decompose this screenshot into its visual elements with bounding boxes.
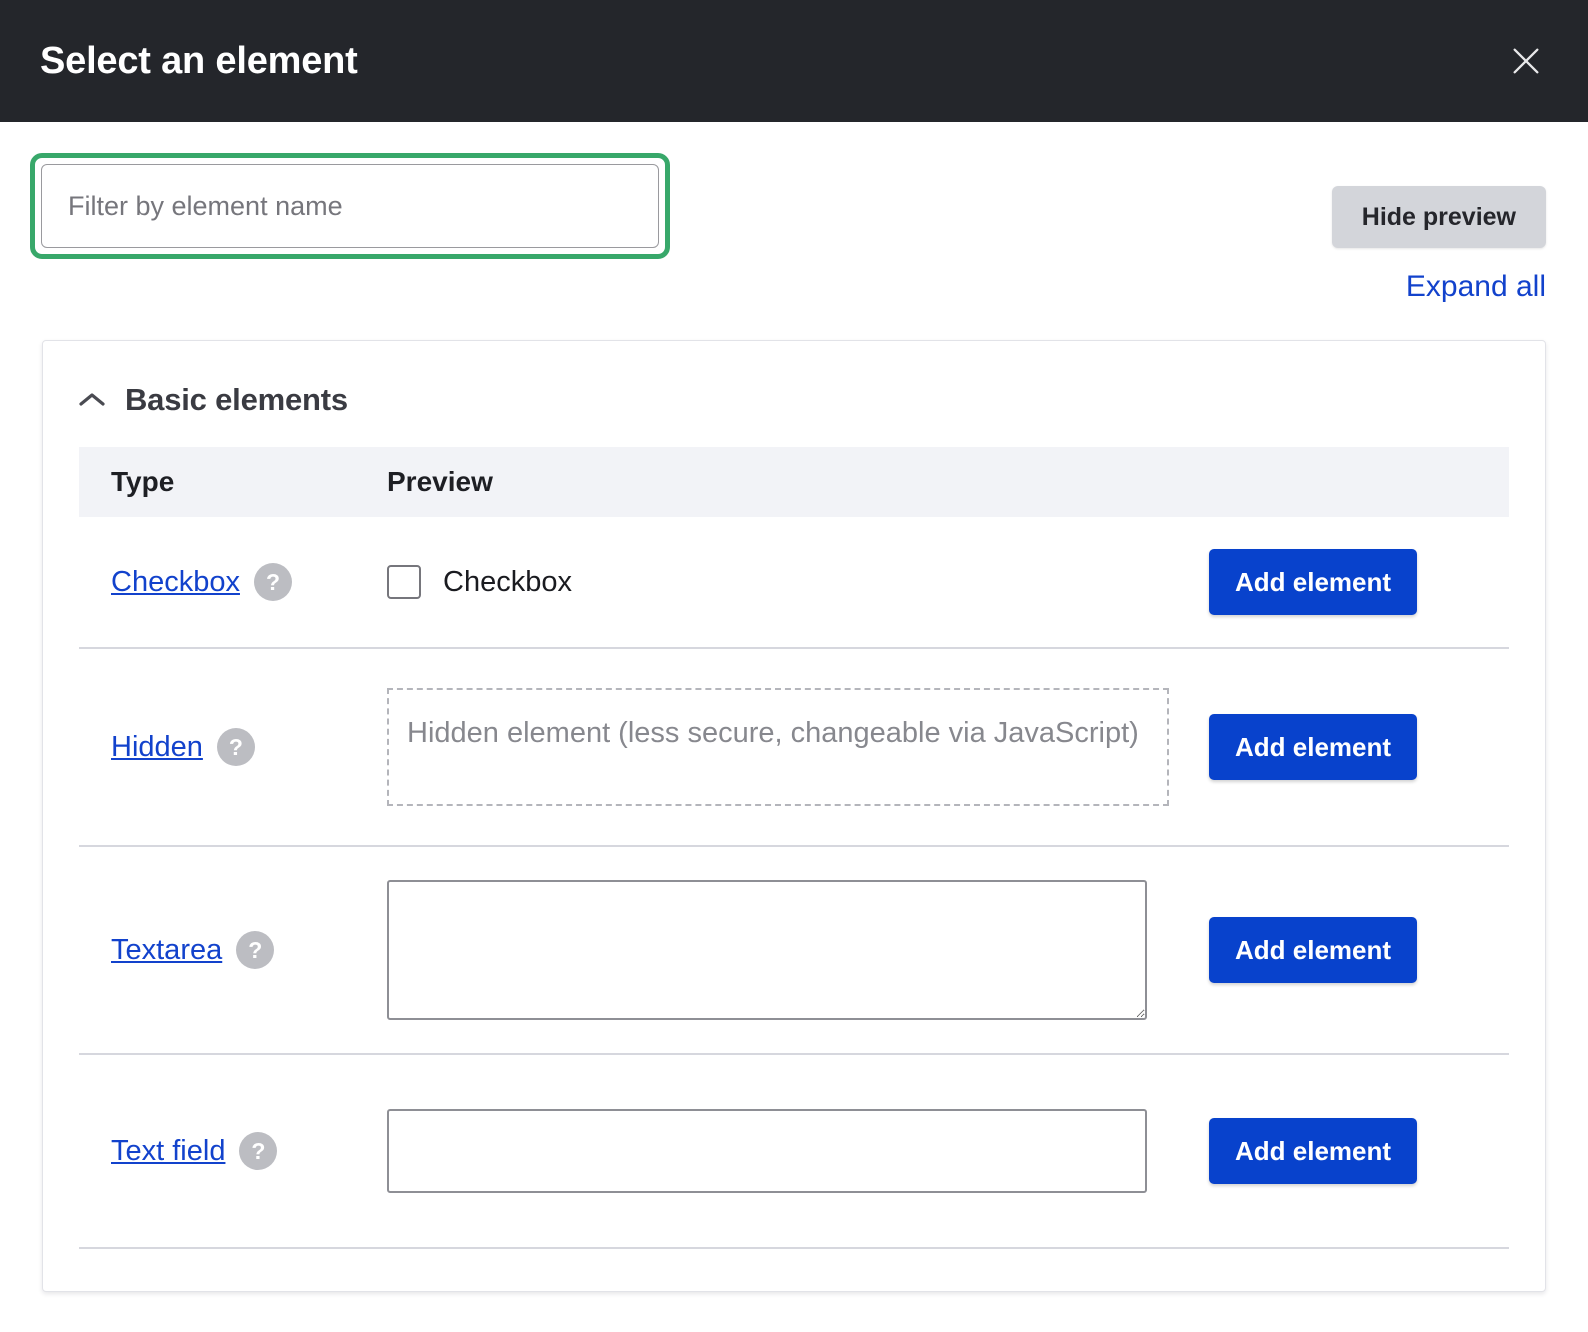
cell-type: Hidden ? — [79, 648, 387, 846]
expand-all-row: Expand all — [0, 272, 1588, 332]
help-icon[interactable]: ? — [239, 1132, 277, 1170]
table-row: Hidden ? Hidden element (less secure, ch… — [79, 648, 1509, 846]
close-icon — [1509, 44, 1543, 78]
page-title: Select an element — [40, 42, 358, 80]
cell-preview: Checkbox — [387, 517, 1209, 648]
filter-input[interactable] — [41, 164, 659, 248]
section-title: Basic elements — [125, 382, 348, 418]
column-header-type: Type — [79, 447, 387, 517]
help-icon[interactable]: ? — [254, 563, 292, 601]
cell-type: Checkbox ? — [79, 517, 387, 648]
add-element-button[interactable]: Add element — [1209, 1118, 1417, 1184]
add-element-button[interactable]: Add element — [1209, 714, 1417, 780]
textarea-preview[interactable] — [387, 880, 1147, 1020]
table-header: Type Preview — [79, 447, 1509, 517]
elements-table: Type Preview Checkbox ? Checkbox — [79, 447, 1509, 1249]
add-element-button[interactable]: Add element — [1209, 917, 1417, 983]
table-row: Checkbox ? Checkbox Add element — [79, 517, 1509, 648]
checkbox-preview-box[interactable] — [387, 565, 421, 599]
table-row: Textarea ? Add element — [79, 846, 1509, 1054]
checkbox-preview-label: Checkbox — [443, 566, 572, 599]
cell-action: Add element — [1209, 846, 1509, 1054]
text-field-preview[interactable] — [387, 1109, 1147, 1193]
table-header-row: Type Preview — [79, 447, 1509, 517]
cell-type: Textarea ? — [79, 846, 387, 1054]
column-header-action — [1209, 447, 1509, 517]
close-button[interactable] — [1502, 37, 1550, 85]
element-type-link-checkbox[interactable]: Checkbox — [111, 566, 240, 599]
cell-action: Add element — [1209, 648, 1509, 846]
expand-all-link[interactable]: Expand all — [1406, 272, 1546, 302]
section-header-basic-elements[interactable]: Basic elements — [43, 341, 348, 429]
cell-preview — [387, 846, 1209, 1054]
cell-preview — [387, 1054, 1209, 1248]
cell-action: Add element — [1209, 1054, 1509, 1248]
element-type-link-textarea[interactable]: Textarea — [111, 934, 222, 967]
element-type-link-text-field[interactable]: Text field — [111, 1135, 225, 1168]
elements-card: Basic elements Type Preview Checkbox ? — [42, 340, 1546, 1292]
help-icon[interactable]: ? — [217, 728, 255, 766]
hidden-element-preview: Hidden element (less secure, changeable … — [387, 688, 1169, 806]
filter-input-focus-ring — [30, 153, 670, 259]
chevron-up-icon — [77, 390, 107, 410]
hide-preview-button[interactable]: Hide preview — [1332, 186, 1546, 248]
help-icon[interactable]: ? — [236, 931, 274, 969]
add-element-button[interactable]: Add element — [1209, 549, 1417, 615]
filter-toolbar: Hide preview — [0, 122, 1588, 272]
element-type-link-hidden[interactable]: Hidden — [111, 731, 203, 764]
table-row: Text field ? Add element — [79, 1054, 1509, 1248]
modal-header: Select an element — [0, 0, 1588, 122]
column-header-preview: Preview — [387, 447, 1209, 517]
cell-preview: Hidden element (less secure, changeable … — [387, 648, 1209, 846]
cell-type: Text field ? — [79, 1054, 387, 1248]
cell-action: Add element — [1209, 517, 1509, 648]
table-body: Checkbox ? Checkbox Add element — [79, 517, 1509, 1248]
